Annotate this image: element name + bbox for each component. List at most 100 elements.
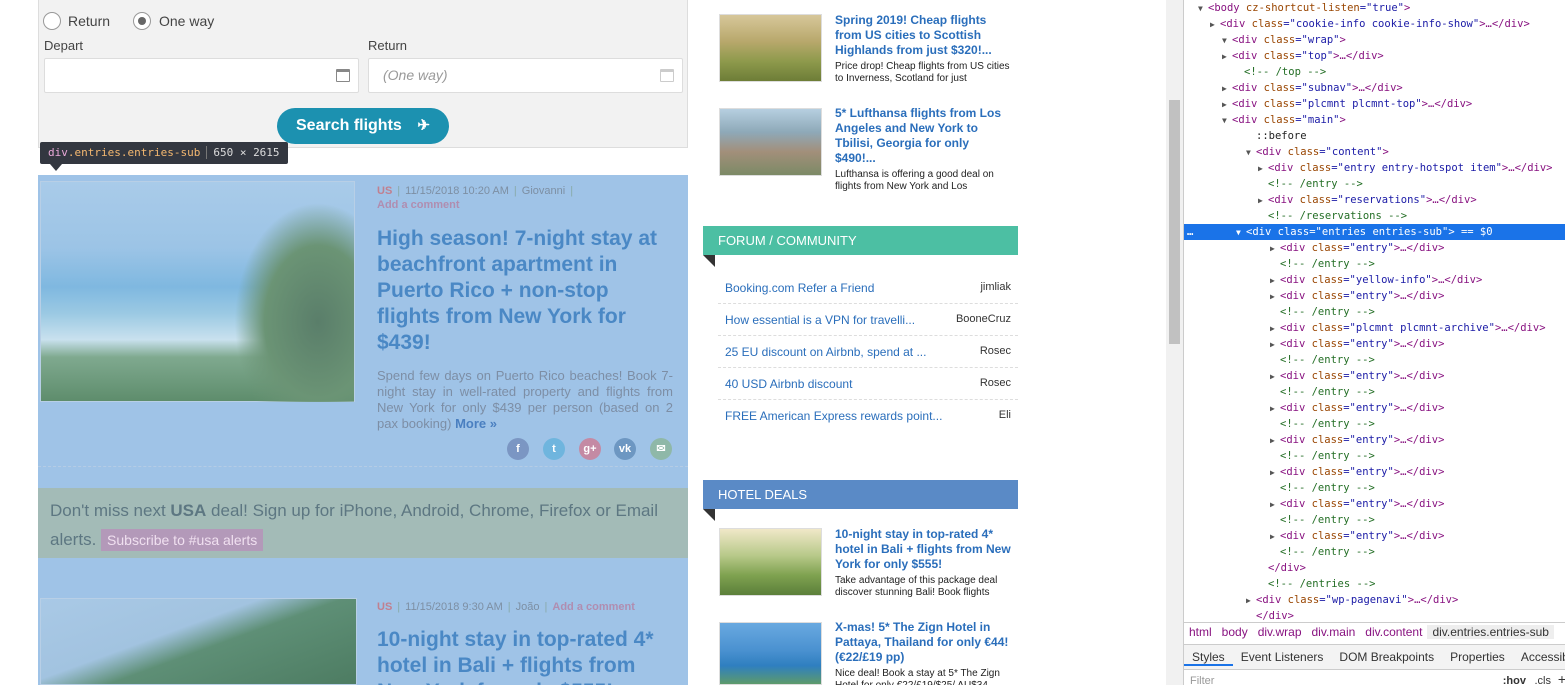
vk-icon[interactable]: vk [614, 438, 636, 460]
dom-node[interactable]: <!-- /entry --> [1270, 448, 1375, 464]
new-style-rule-button[interactable]: + [1558, 669, 1565, 685]
dom-node[interactable]: ▶ <div class="entry">…</div> [1270, 528, 1444, 544]
bali-hotel-image[interactable] [719, 528, 822, 596]
oneway-radio[interactable] [133, 12, 151, 30]
dom-node[interactable]: ▼ <div class="main"> [1222, 112, 1346, 128]
entry-title[interactable]: High season! 7-night stay at beachfront … [377, 226, 677, 356]
oneway-radio-label[interactable]: One way [159, 13, 214, 29]
dom-node[interactable]: ▶ <div class="cookie-info cookie-info-sho… [1210, 16, 1530, 32]
expand-toggle-icon[interactable]: ▶ [1222, 81, 1232, 97]
expand-toggle-icon[interactable]: ▶ [1210, 17, 1220, 33]
pattaya-hotel-image[interactable] [719, 622, 822, 685]
dom-node[interactable]: <!-- /entry --> [1258, 176, 1363, 192]
dom-node[interactable]: ::before [1246, 128, 1307, 144]
expand-toggle-icon[interactable]: ▶ [1222, 49, 1232, 65]
add-comment-link[interactable]: Add a comment [377, 199, 460, 211]
dom-node[interactable]: <!-- /entry --> [1270, 384, 1375, 400]
calendar-icon[interactable] [660, 69, 674, 82]
dom-node[interactable]: ▶ <div class="entry">…</div> [1270, 400, 1444, 416]
dom-node[interactable]: ▶ <div class="top">…</div> [1222, 48, 1384, 64]
bali-image[interactable] [40, 598, 357, 685]
dom-node[interactable]: ▼ <div class="content"> [1246, 144, 1389, 160]
puerto-rico-beach-image[interactable] [40, 181, 355, 402]
page-scrollbar-thumb[interactable] [1169, 100, 1180, 344]
expand-toggle-icon[interactable]: ▶ [1258, 193, 1268, 209]
expand-toggle-icon[interactable]: ▶ [1270, 273, 1280, 289]
breadcrumb-item[interactable]: div.wrap [1253, 625, 1307, 639]
deal-title[interactable]: Spring 2019! Cheap flights from US citie… [835, 13, 1010, 58]
dom-node[interactable]: ▶ <div class="reservations">…</div> [1258, 192, 1477, 208]
dom-node[interactable]: ▼ <div class="wrap"> [1222, 32, 1346, 48]
dom-node[interactable]: ▶ <div class="plcmnt plcmnt-archive">…</d… [1270, 320, 1546, 336]
expand-toggle-icon[interactable]: ▶ [1270, 465, 1280, 481]
breadcrumb-item[interactable]: div.entries.entries-sub [1427, 625, 1554, 639]
dom-node[interactable]: ▶ <div class="entry entry-hotspot item">…… [1258, 160, 1553, 176]
forum-row[interactable]: Booking.com Refer a Friend jimliak [718, 272, 1018, 304]
return-date-input[interactable]: (One way) [368, 58, 683, 93]
hover-state-toggle[interactable]: :hov [1503, 671, 1526, 685]
expand-toggle-icon[interactable]: ▶ [1270, 289, 1280, 305]
devtools-tab[interactable]: Accessibility [1513, 650, 1565, 664]
devtools-tab[interactable]: DOM Breakpoints [1331, 650, 1442, 664]
dom-node[interactable]: <!-- /reservations --> [1258, 208, 1407, 224]
forum-row[interactable]: 25 EU discount on Airbnb, spend at ... Ro… [718, 336, 1018, 368]
expand-toggle-icon[interactable]: ▶ [1222, 97, 1232, 113]
forum-topic[interactable]: Booking.com Refer a Friend [725, 281, 874, 295]
dom-node[interactable]: ▶ <div class="entry">…</div> [1270, 336, 1444, 352]
tbilisi-image[interactable] [719, 108, 822, 176]
expand-toggle-icon[interactable]: ▶ [1270, 401, 1280, 417]
dom-node[interactable]: <!-- /entries --> [1258, 576, 1375, 592]
dom-node[interactable]: <!-- /top --> [1234, 64, 1326, 80]
entry-country[interactable]: US [377, 185, 392, 197]
depart-date-input[interactable] [44, 58, 359, 93]
dom-node[interactable]: <!-- /entry --> [1270, 512, 1375, 528]
forum-topic[interactable]: How essential is a VPN for travelli... [725, 313, 915, 327]
forum-topic[interactable]: 40 USD Airbnb discount [725, 377, 852, 391]
devtools-tab[interactable]: Event Listeners [1233, 650, 1332, 664]
forum-row[interactable]: FREE American Express rewards point... El… [718, 400, 1018, 432]
forum-topic[interactable]: FREE American Express rewards point... [725, 409, 942, 423]
expand-toggle-icon[interactable]: ▼ [1236, 225, 1246, 241]
breadcrumb-item[interactable]: div.content [1360, 625, 1427, 639]
dom-node[interactable]: ▼ <body cz-shortcut-listen="true"> [1198, 0, 1410, 16]
dom-node[interactable]: ▶ <div class="entry">…</div> [1270, 368, 1444, 384]
dom-node[interactable]: <!-- /entry --> [1270, 480, 1375, 496]
devtools-tab[interactable]: Styles [1184, 650, 1233, 666]
breadcrumb-item[interactable]: div.main [1307, 625, 1361, 639]
more-options-dots[interactable]: … [1187, 224, 1193, 240]
return-radio-label[interactable]: Return [68, 13, 110, 29]
dom-node[interactable]: ▶ <div class="yellow-info">…</div> [1270, 272, 1482, 288]
dom-node[interactable]: ▶ <div class="wp-pagenavi">…</div> [1246, 592, 1458, 608]
search-flights-button[interactable]: Search flights ✈ [277, 108, 449, 144]
forum-row[interactable]: 40 USD Airbnb discount Rosec [718, 368, 1018, 400]
devtools-tab[interactable]: Properties [1442, 650, 1513, 664]
expand-toggle-icon[interactable]: ▼ [1222, 113, 1232, 129]
dom-node[interactable]: ▶ <div class="entry">…</div> [1270, 432, 1444, 448]
scotland-image[interactable] [719, 14, 822, 82]
google-plus-icon[interactable]: g+ [579, 438, 601, 460]
deal-title[interactable]: 5* Lufthansa flights from Los Angeles an… [835, 106, 1010, 166]
deal-title[interactable]: 10-night stay in top-rated 4* hotel in B… [835, 527, 1013, 572]
dom-node-selected[interactable]: ▼ <div class="entries entries-sub"> == $0 [1184, 224, 1565, 240]
calendar-icon[interactable] [336, 69, 350, 82]
deal-title[interactable]: X-mas! 5* The Zign Hotel in Pattaya, Tha… [835, 620, 1013, 665]
dom-node[interactable]: <!-- /entry --> [1270, 352, 1375, 368]
dom-node[interactable]: ▶ <div class="plcmnt plcmnt-top">…</div> [1222, 96, 1472, 112]
expand-toggle-icon[interactable]: ▶ [1270, 529, 1280, 545]
expand-toggle-icon[interactable]: ▶ [1270, 433, 1280, 449]
expand-toggle-icon[interactable]: ▼ [1222, 33, 1232, 49]
entry-comment[interactable]: Add a comment [377, 199, 460, 211]
dom-node[interactable]: <!-- /entry --> [1270, 256, 1375, 272]
expand-toggle-icon[interactable]: ▶ [1270, 337, 1280, 353]
entry-country[interactable]: US [377, 601, 392, 613]
dom-node[interactable]: <!-- /entry --> [1270, 416, 1375, 432]
dom-node[interactable]: <!-- /entry --> [1270, 304, 1375, 320]
forum-row[interactable]: How essential is a VPN for travelli... Bo… [718, 304, 1018, 336]
forum-topic[interactable]: 25 EU discount on Airbnb, spend at ... [725, 345, 926, 359]
facebook-icon[interactable]: f [507, 438, 529, 460]
email-icon[interactable]: ✉ [650, 438, 672, 460]
subscribe-usa-button[interactable]: Subscribe to #usa alerts [101, 529, 264, 551]
expand-toggle-icon[interactable]: ▶ [1258, 161, 1268, 177]
expand-toggle-icon[interactable]: ▼ [1246, 145, 1256, 161]
breadcrumb-item[interactable]: body [1217, 625, 1253, 639]
